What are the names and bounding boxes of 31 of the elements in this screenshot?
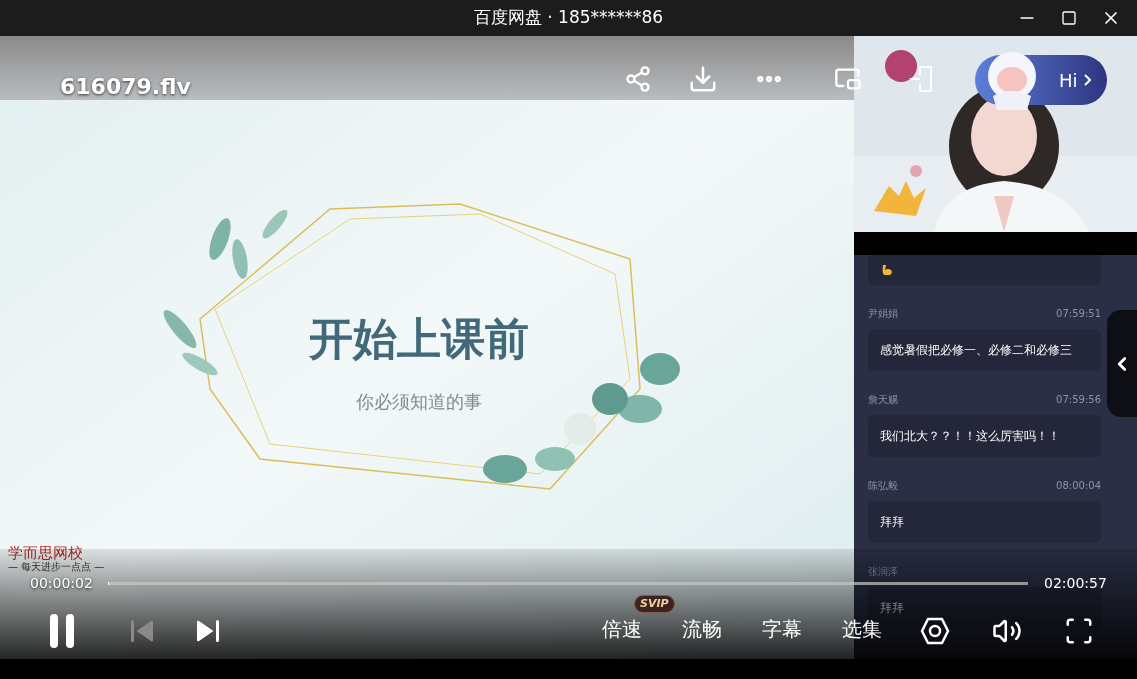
next-icon[interactable] bbox=[196, 620, 220, 642]
current-time: 00:00:02 bbox=[30, 575, 94, 591]
chevron-right-icon bbox=[1083, 74, 1091, 86]
logo-text: 学而思网校 bbox=[8, 545, 83, 561]
download-icon[interactable] bbox=[688, 64, 718, 94]
pause-icon[interactable] bbox=[48, 614, 76, 648]
fullscreen-icon[interactable] bbox=[1064, 616, 1094, 646]
chat-bubble: 我们北大？？！！这么厉害吗！！ bbox=[868, 415, 1101, 457]
logo-slogan: — 每天进步一点点 — bbox=[8, 561, 105, 572]
chat-username: 张润泽 bbox=[868, 565, 898, 578]
maximize-icon[interactable] bbox=[1061, 10, 1077, 26]
player-option-button[interactable]: 倍速 bbox=[602, 619, 642, 639]
slide-subtitle: 你必须知道的事 bbox=[356, 390, 482, 414]
settings-icon[interactable] bbox=[920, 617, 950, 645]
exit-window-icon[interactable] bbox=[908, 64, 934, 94]
player-option-button[interactable]: 字幕 bbox=[762, 619, 802, 639]
chat-bubble: 拜拜 bbox=[868, 501, 1101, 543]
file-name: 616079.flv bbox=[60, 73, 191, 101]
chat-username: 陈弘毅 bbox=[868, 479, 898, 492]
share-icon[interactable] bbox=[624, 65, 652, 93]
chat-bubble: 感觉暑假把必修一、必修二和必修三 bbox=[868, 329, 1101, 371]
flexed-arm-icon bbox=[880, 263, 894, 277]
chat-time: 07:59:51 bbox=[1056, 307, 1101, 320]
chat-time: 07:59:56 bbox=[1056, 393, 1101, 406]
slide-title: 开始上课前 bbox=[309, 312, 529, 366]
window-title: 百度网盘 · 185******86 bbox=[473, 6, 664, 30]
player-option-button[interactable]: 流畅 bbox=[682, 619, 722, 639]
vip-badge: SVIP bbox=[634, 595, 675, 613]
chat-username: 尹娟娟 bbox=[868, 307, 898, 320]
chat-username: 詹天赐 bbox=[868, 393, 898, 406]
chat-time: 08:00:04 bbox=[1056, 479, 1101, 492]
